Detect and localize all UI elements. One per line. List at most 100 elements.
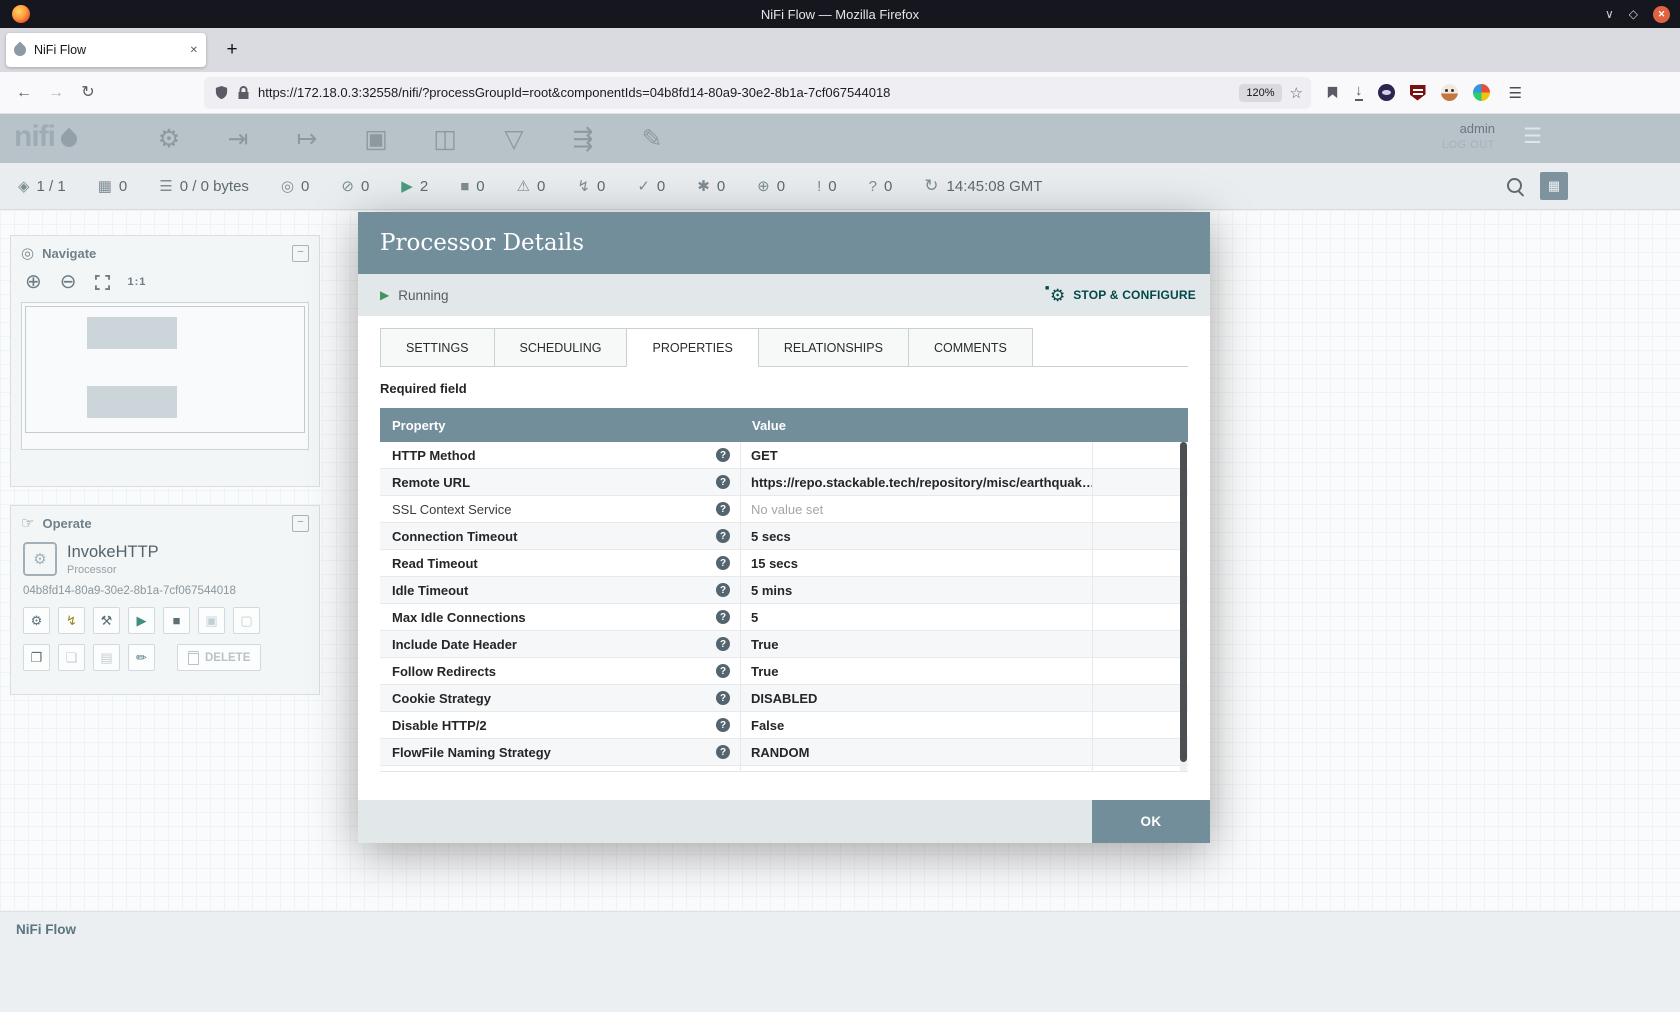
- help-icon[interactable]: ?: [716, 745, 730, 759]
- help-icon[interactable]: ?: [716, 637, 730, 651]
- breadcrumb[interactable]: NiFi Flow: [16, 922, 76, 937]
- property-value[interactable]: True: [740, 631, 1092, 657]
- tab-scheduling[interactable]: SCHEDULING: [494, 328, 627, 367]
- property-value[interactable]: 15 secs: [740, 550, 1092, 576]
- table-row[interactable]: Connection Timeout?5 secs: [380, 523, 1188, 550]
- tab-properties[interactable]: PROPERTIES: [626, 328, 757, 367]
- tab-settings[interactable]: SETTINGS: [380, 328, 494, 367]
- tab-close-icon[interactable]: ✕: [190, 45, 198, 56]
- minimap-component: [87, 317, 177, 349]
- output-port-icon[interactable]: ↦: [286, 118, 328, 160]
- stop-and-configure-button[interactable]: ⚙■ STOP & CONFIGURE: [1050, 287, 1196, 304]
- table-row[interactable]: Remote URL?https://repo.stackable.tech/r…: [380, 469, 1188, 496]
- privacy-badger-icon[interactable]: [1441, 84, 1458, 101]
- table-row[interactable]: Max Idle Connections?5: [380, 604, 1188, 631]
- window-maximize-button[interactable]: ◇: [1629, 8, 1638, 20]
- table-row[interactable]: HTTP Method?GET: [380, 442, 1188, 469]
- zoom-in-icon[interactable]: ⊕: [25, 272, 42, 292]
- copy-icon[interactable]: ❐: [23, 644, 50, 671]
- property-cell: Follow Redirects?: [380, 658, 740, 684]
- help-icon[interactable]: ?: [716, 718, 730, 732]
- table-row[interactable]: Read Timeout?15 secs: [380, 550, 1188, 577]
- bolt-icon[interactable]: ↯: [58, 607, 85, 634]
- refresh-icon[interactable]: ↻: [924, 176, 938, 196]
- template-icon[interactable]: ⇶: [562, 118, 604, 160]
- table-row[interactable]: FlowFile Naming Strategy?RANDOM: [380, 739, 1188, 766]
- window-close-button[interactable]: ✕: [1653, 6, 1670, 23]
- help-icon[interactable]: ?: [716, 475, 730, 489]
- collapse-navigate-button[interactable]: −: [292, 245, 309, 262]
- url-text[interactable]: https://172.18.0.3:32558/nifi/?processGr…: [258, 85, 1229, 100]
- table-row[interactable]: Follow Redirects?True: [380, 658, 1188, 685]
- table-scrollbar[interactable]: [1180, 442, 1187, 771]
- reload-button[interactable]: ↻: [72, 77, 104, 109]
- property-value[interactable]: 5: [740, 604, 1092, 630]
- url-bar[interactable]: https://172.18.0.3:32558/nifi/?processGr…: [204, 77, 1311, 109]
- input-port-icon[interactable]: ⇥: [217, 118, 259, 160]
- status-item-active-threads: ▦0: [98, 178, 128, 195]
- help-icon[interactable]: ?: [716, 529, 730, 543]
- label-icon[interactable]: ✎: [631, 118, 673, 160]
- processor-icon[interactable]: ⚙: [148, 118, 190, 160]
- extension-mask-icon[interactable]: [1378, 84, 1395, 101]
- pinwheel-extension-icon[interactable]: [1473, 84, 1490, 101]
- browser-tab[interactable]: NiFi Flow ✕: [6, 33, 206, 67]
- property-name: Follow Redirects: [392, 664, 496, 679]
- play-icon[interactable]: ▶: [128, 607, 155, 634]
- help-icon[interactable]: ?: [716, 583, 730, 597]
- table-row[interactable]: Cookie Strategy?DISABLED: [380, 685, 1188, 712]
- window-minimize-button[interactable]: ∨: [1605, 8, 1614, 20]
- panel-toggle-button[interactable]: ▦: [1540, 172, 1568, 200]
- browser-menu-icon[interactable]: ☰: [1509, 84, 1522, 102]
- help-icon[interactable]: ?: [716, 664, 730, 678]
- table-row[interactable]: Disable HTTP/2?False: [380, 712, 1188, 739]
- help-icon[interactable]: ?: [716, 556, 730, 570]
- key-icon[interactable]: ⚒: [93, 607, 120, 634]
- zoom-level-badge[interactable]: 120%: [1239, 84, 1281, 102]
- forward-button[interactable]: →: [40, 77, 72, 109]
- remote-process-group-icon[interactable]: ◫: [424, 118, 466, 160]
- downloads-icon[interactable]: ↓: [1355, 84, 1363, 101]
- ok-button[interactable]: OK: [1092, 800, 1210, 843]
- lock-icon[interactable]: [237, 86, 250, 100]
- collapse-operate-button[interactable]: −: [292, 515, 309, 532]
- property-value[interactable]: True: [740, 658, 1092, 684]
- bookmark-star-icon[interactable]: ☆: [1290, 84, 1303, 102]
- help-icon[interactable]: ?: [716, 691, 730, 705]
- help-icon[interactable]: ?: [716, 502, 730, 516]
- tab-relationships[interactable]: RELATIONSHIPS: [758, 328, 908, 367]
- property-value[interactable]: DISABLED: [740, 685, 1092, 711]
- property-value[interactable]: False: [740, 712, 1092, 738]
- brush-icon[interactable]: ✏: [128, 644, 155, 671]
- stop-icon[interactable]: ■: [163, 607, 190, 634]
- funnel-icon[interactable]: ▽: [493, 118, 535, 160]
- help-icon[interactable]: ?: [716, 448, 730, 462]
- property-value[interactable]: No value set: [740, 496, 1092, 522]
- running-state-label: Running: [398, 288, 448, 303]
- actual-size-icon[interactable]: 1:1: [128, 277, 147, 288]
- property-value[interactable]: 5 mins: [740, 577, 1092, 603]
- table-row[interactable]: Include Date Header?True: [380, 631, 1188, 658]
- tab-comments[interactable]: COMMENTS: [908, 328, 1033, 367]
- zoom-fit-icon[interactable]: [95, 275, 110, 290]
- zoom-out-icon[interactable]: ⊖: [60, 272, 77, 292]
- back-button[interactable]: ←: [8, 77, 40, 109]
- property-value[interactable]: 5 secs: [740, 523, 1092, 549]
- property-value[interactable]: RANDOM: [740, 739, 1092, 765]
- table-row[interactable]: Idle Timeout?5 mins: [380, 577, 1188, 604]
- new-tab-button[interactable]: +: [218, 36, 246, 64]
- global-menu-icon[interactable]: ☰: [1523, 124, 1542, 149]
- birdseye-minimap[interactable]: [21, 302, 309, 450]
- process-group-icon[interactable]: ▣: [355, 118, 397, 160]
- property-value[interactable]: https://repo.stackable.tech/repository/m…: [740, 469, 1092, 495]
- search-icon[interactable]: [1507, 178, 1522, 193]
- scrollbar-thumb[interactable]: [1180, 442, 1187, 762]
- property-value[interactable]: GET: [740, 442, 1092, 468]
- table-row[interactable]: SSL Context Service?No value set: [380, 496, 1188, 523]
- shield-icon[interactable]: [214, 85, 229, 100]
- ublock-icon[interactable]: [1410, 85, 1426, 101]
- pocket-icon[interactable]: [1325, 85, 1340, 100]
- help-icon[interactable]: ?: [716, 610, 730, 624]
- logout-link[interactable]: LOG OUT: [1442, 139, 1495, 151]
- gear-icon[interactable]: ⚙: [23, 607, 50, 634]
